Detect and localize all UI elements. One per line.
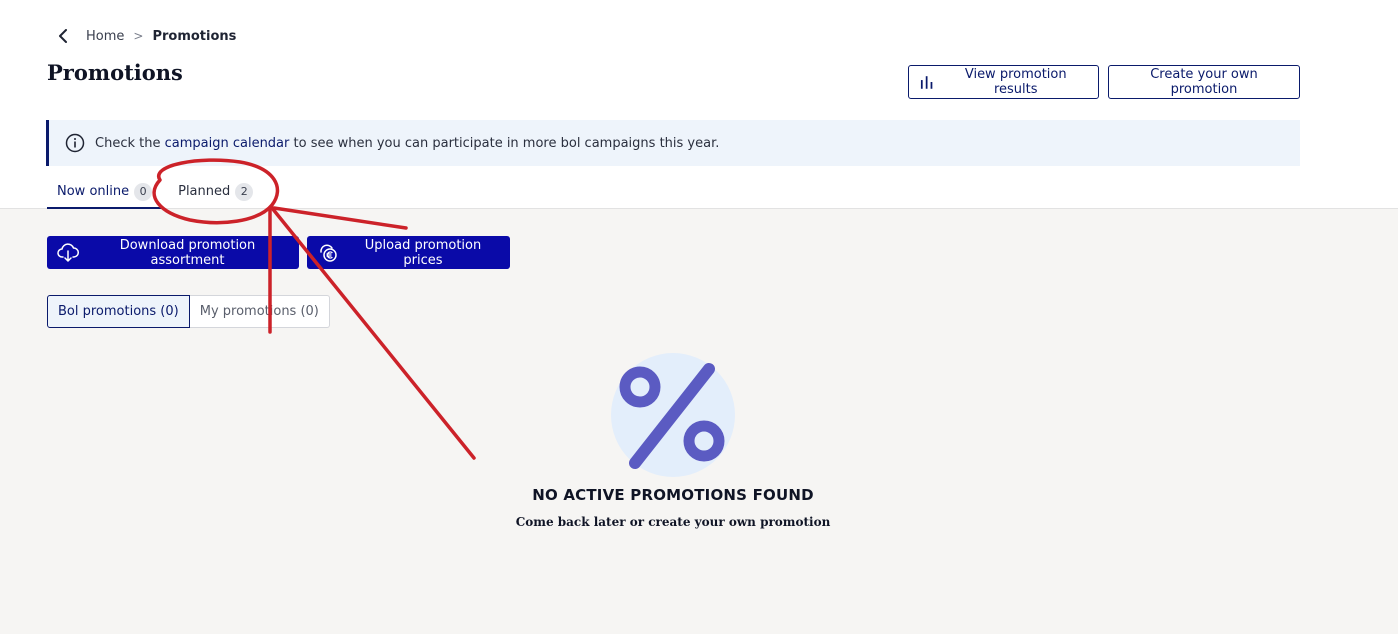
breadcrumb: Home > Promotions (56, 26, 236, 46)
create-promotion-label: Create your own promotion (1150, 67, 1258, 97)
info-banner-suffix: to see when you can participate in more … (293, 135, 720, 151)
download-assortment-button[interactable]: Download promotion assortment (47, 236, 299, 269)
chevron-left-icon[interactable] (56, 27, 70, 45)
info-icon (65, 133, 85, 153)
tab-now-online[interactable]: Now online 0 (47, 176, 163, 209)
euro-upload-icon (320, 244, 337, 262)
breadcrumb-separator: > (133, 29, 144, 43)
bar-chart-icon (920, 76, 933, 89)
download-assortment-label: Download promotion assortment (119, 237, 256, 268)
promotion-filter: Bol promotions (0) My promotions (0) (47, 295, 330, 328)
promotion-tabs: Now online 0 Planned 2 (47, 176, 263, 209)
create-promotion-button[interactable]: Create your own promotion (1108, 65, 1300, 99)
cloud-download-icon (57, 242, 79, 262)
info-banner-prefix: Check the (95, 135, 161, 151)
tab-now-online-count: 0 (134, 182, 153, 201)
breadcrumb-current: Promotions (152, 28, 237, 44)
filter-bol-promotions[interactable]: Bol promotions (0) (47, 295, 190, 328)
tab-planned-label: Planned (178, 184, 231, 199)
info-banner: Check the campaign calendar to see when … (46, 120, 1300, 166)
empty-state-title: NO ACTIVE PROMOTIONS FOUND (532, 486, 814, 504)
page-title: Promotions (47, 60, 183, 85)
tab-planned-count: 2 (235, 182, 254, 201)
view-promotion-results-label: View promotion results (964, 67, 1067, 97)
filter-my-promotions[interactable]: My promotions (0) (189, 295, 330, 328)
upload-prices-label: Upload promotion prices (364, 237, 482, 268)
campaign-calendar-link[interactable]: campaign calendar (165, 136, 290, 151)
percent-icon (611, 353, 735, 477)
tab-planned[interactable]: Planned 2 (162, 176, 263, 207)
view-promotion-results-button[interactable]: View promotion results (908, 65, 1099, 99)
upload-prices-button[interactable]: Upload promotion prices (307, 236, 510, 269)
breadcrumb-home-link[interactable]: Home (86, 29, 124, 44)
empty-state-subtitle: Come back later or create your own promo… (515, 515, 831, 529)
tab-now-online-label: Now online (57, 184, 130, 199)
